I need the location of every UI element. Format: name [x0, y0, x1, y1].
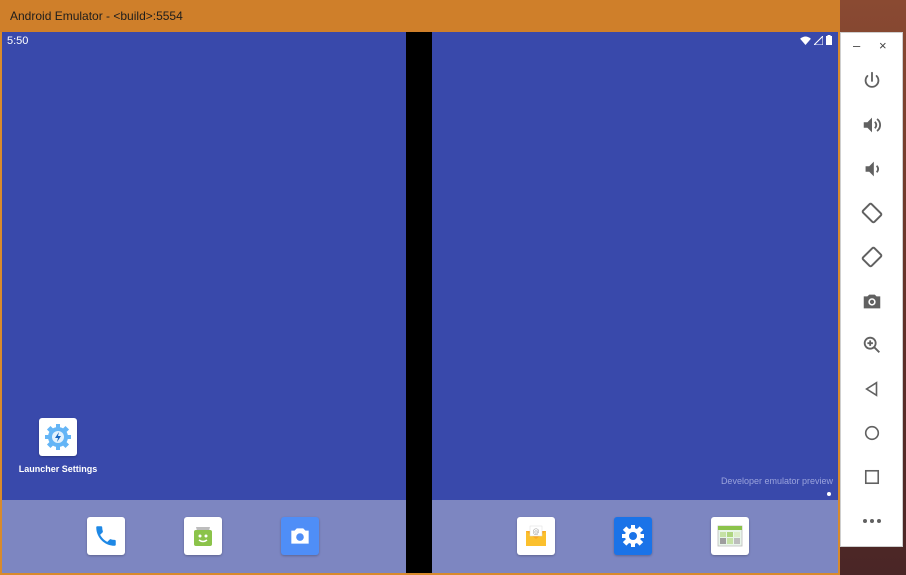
- settings-app[interactable]: [614, 517, 652, 555]
- toolbar-window-controls: – ×: [841, 39, 902, 55]
- title-bar[interactable]: Android Emulator - <build>:5554: [0, 0, 840, 32]
- volume-down-button[interactable]: [856, 153, 888, 185]
- camera-app[interactable]: [281, 517, 319, 555]
- window-title: Android Emulator - <build>:5554: [10, 9, 183, 23]
- launcher-settings-shortcut[interactable]: [39, 418, 77, 456]
- email-icon: @: [522, 522, 550, 550]
- left-screen[interactable]: 5:50 Launcher Settings: [2, 32, 406, 573]
- home-button[interactable]: [856, 417, 888, 449]
- camera-icon: [287, 523, 313, 549]
- status-icons: [800, 35, 832, 45]
- screenshot-icon: [861, 290, 883, 312]
- overview-button[interactable]: [856, 461, 888, 493]
- power-button[interactable]: [856, 65, 888, 97]
- rotate-right-icon: [860, 245, 884, 269]
- store-app[interactable]: [184, 517, 222, 555]
- battery-icon: [826, 35, 832, 45]
- launcher-settings-label: Launcher Settings: [18, 464, 98, 474]
- right-dock: @: [432, 500, 838, 573]
- hinge-divider: [406, 32, 432, 573]
- wifi-icon: [800, 35, 811, 45]
- page-indicator: [827, 492, 831, 496]
- screenshot-button[interactable]: [856, 285, 888, 317]
- phone-app[interactable]: [87, 517, 125, 555]
- status-time: 5:50: [7, 35, 29, 47]
- settings-icon: [619, 522, 647, 550]
- rotate-right-button[interactable]: [856, 241, 888, 273]
- zoom-button[interactable]: [856, 329, 888, 361]
- phone-icon: [93, 523, 119, 549]
- more-button[interactable]: [856, 505, 888, 537]
- gallery-app[interactable]: [711, 517, 749, 555]
- volume-down-icon: [861, 158, 883, 180]
- minimize-button[interactable]: –: [853, 39, 860, 53]
- right-screen[interactable]: Developer emulator preview @: [432, 32, 838, 573]
- power-icon: [861, 70, 883, 92]
- back-button[interactable]: [856, 373, 888, 405]
- signal-icon: [814, 35, 823, 45]
- rotate-left-button[interactable]: [856, 197, 888, 229]
- emulator-toolbar: – ×: [840, 32, 903, 547]
- gallery-icon: [715, 521, 745, 551]
- home-icon: [863, 424, 881, 442]
- volume-up-icon: [861, 114, 883, 136]
- left-dock: [2, 500, 406, 573]
- developer-preview-watermark: Developer emulator preview: [720, 476, 833, 486]
- email-app[interactable]: @: [517, 517, 555, 555]
- store-icon: [189, 522, 217, 550]
- launcher-settings-icon: [43, 422, 73, 452]
- rotate-left-icon: [860, 201, 884, 225]
- more-icon: [862, 518, 882, 524]
- overview-icon: [864, 469, 880, 485]
- close-button[interactable]: ×: [879, 39, 887, 53]
- back-icon: [863, 380, 881, 398]
- svg-text:@: @: [533, 528, 540, 536]
- emulator-window: Android Emulator - <build>:5554 5:50 Lau…: [0, 0, 840, 575]
- zoom-icon: [861, 334, 883, 356]
- volume-up-button[interactable]: [856, 109, 888, 141]
